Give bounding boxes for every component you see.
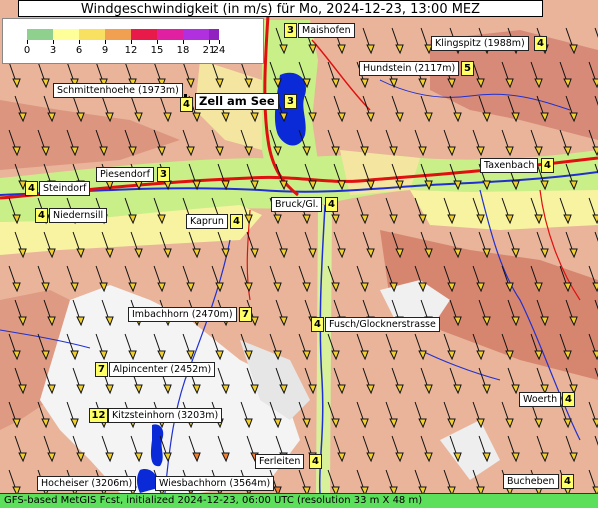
legend-color-segment: [53, 29, 79, 40]
station-label-ferleiten[interactable]: Ferleiten: [255, 454, 305, 469]
legend-tick-mark: [219, 40, 220, 44]
legend-tick-label: 24: [212, 45, 226, 56]
station-label-kitzsteinhorn[interactable]: Kitzsteinhorn (3203m): [108, 408, 223, 423]
forecast-footer: GFS-based MetGIS Fcst, initialized 2024-…: [0, 493, 598, 508]
legend-tick-label: 3: [49, 45, 57, 56]
station-label-alpincenter[interactable]: Alpincenter (2452m): [109, 362, 216, 377]
station-value: 4: [325, 197, 338, 212]
legend-color-segment: [105, 29, 131, 40]
legend-color-segment: [131, 29, 157, 40]
station-label-taxenbach[interactable]: Taxenbach: [480, 158, 539, 173]
station-value: 12: [89, 408, 108, 423]
station-value: 4: [561, 474, 574, 489]
station-label-zell-am-see[interactable]: Zell am See: [195, 93, 279, 110]
station-value: 4: [309, 454, 322, 469]
station-value: 7: [239, 307, 252, 322]
station-label-kaprun[interactable]: Kaprun: [186, 214, 228, 229]
legend-color-segment: [157, 29, 183, 40]
station-label-hocheiser[interactable]: Hocheiser (3206m): [37, 476, 137, 491]
station-value: 4: [35, 208, 48, 223]
station-value: 4: [562, 392, 575, 407]
station-label-niedernsill[interactable]: Niedernsill: [49, 208, 108, 223]
legend-tick-label: 9: [101, 45, 109, 56]
station-label-imbachhorn[interactable]: Imbachhorn (2470m): [128, 307, 237, 322]
station-value: 3: [284, 94, 297, 109]
legend-tick-mark: [105, 40, 106, 44]
station-label-maishofen[interactable]: Maishofen: [298, 23, 355, 38]
legend-color-segment: [183, 29, 209, 40]
map-title: Windgeschwindigkeit (in m/s) für Mo, 202…: [18, 0, 543, 17]
legend-color-bar: [27, 29, 235, 40]
legend-color-segment: [79, 29, 105, 40]
station-label-schmittenhoehe[interactable]: Schmittenhoehe (1973m): [53, 83, 183, 98]
legend-tick-mark: [53, 40, 54, 44]
station-value: 4: [311, 317, 324, 332]
legend-tick-label: 0: [23, 45, 31, 56]
legend-tick-mark: [131, 40, 132, 44]
legend-tick-mark: [157, 40, 158, 44]
station-label-bruck[interactable]: Bruck/Gl.: [271, 197, 323, 212]
legend-tick-label: 6: [75, 45, 83, 56]
station-value: 3: [284, 23, 297, 38]
legend-tick-label: 18: [176, 45, 190, 56]
station-label-woerth[interactable]: Woerth: [519, 392, 562, 407]
station-label-piesendorf[interactable]: Piesendorf: [96, 167, 154, 182]
legend-tick-mark: [27, 40, 28, 44]
station-label-klingspitz[interactable]: Klingspitz (1988m): [431, 36, 529, 51]
station-value: 4: [180, 97, 193, 112]
station-value: 3: [157, 167, 170, 182]
legend-tick-mark: [183, 40, 184, 44]
terrain-map: [0, 0, 598, 508]
station-value: 4: [534, 36, 547, 51]
station-label-wiesbachhorn[interactable]: Wiesbachhorn (3564m): [155, 476, 275, 491]
legend-color-segment: [27, 29, 53, 40]
speed-legend: 0 3 6 9 12 15 18 21 24: [2, 18, 264, 64]
legend-tick-mark: [79, 40, 80, 44]
station-label-hundstein[interactable]: Hundstein (2117m): [359, 61, 460, 76]
station-value: 4: [230, 214, 243, 229]
legend-tick-label: 15: [150, 45, 164, 56]
station-label-fusch[interactable]: Fusch/Glocknerstrasse: [325, 317, 440, 332]
station-label-steindorf[interactable]: Steindorf: [39, 181, 91, 196]
station-value: 7: [95, 362, 108, 377]
station-value: 5: [461, 61, 474, 76]
station-value: 4: [541, 158, 554, 173]
station-value: 4: [25, 181, 38, 196]
legend-tick-mark: [209, 40, 210, 44]
legend-color-segment: [209, 29, 219, 40]
legend-tick-label: 12: [124, 45, 138, 56]
station-label-bucheben[interactable]: Bucheben: [503, 474, 559, 489]
